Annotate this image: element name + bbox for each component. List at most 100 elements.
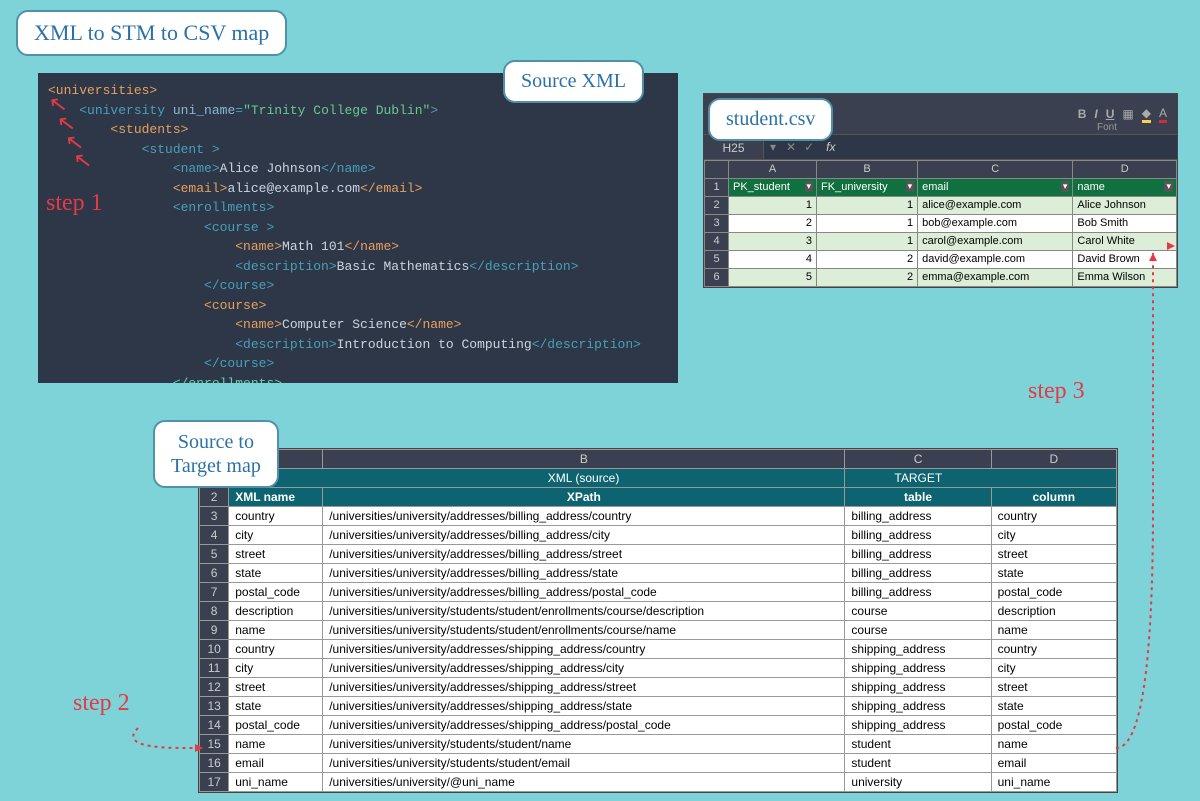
stm-cell[interactable]: /universities/university/@uni_name	[323, 773, 845, 792]
csv-cell[interactable]: David Brown	[1073, 251, 1177, 269]
stm-cell[interactable]: student	[845, 735, 991, 754]
csv-cell[interactable]: 2	[817, 269, 918, 287]
csv-header[interactable]: name	[1073, 179, 1177, 197]
col-head-C[interactable]: C	[918, 161, 1073, 179]
stm-cell[interactable]: street	[991, 545, 1116, 564]
stm-colhead-D[interactable]: D	[991, 450, 1116, 469]
stm-cell[interactable]: state	[229, 564, 323, 583]
stm-cell[interactable]: description	[991, 602, 1116, 621]
stm-rowhead[interactable]: 12	[200, 678, 229, 697]
stm-rowhead[interactable]: 6	[200, 564, 229, 583]
stm-cell[interactable]: billing_address	[845, 545, 991, 564]
stm-rowhead[interactable]: 2	[200, 488, 229, 507]
stm-cell[interactable]: billing_address	[845, 564, 991, 583]
csv-header[interactable]: PK_student	[729, 179, 817, 197]
select-all-corner[interactable]	[705, 161, 729, 179]
stm-cell[interactable]: /universities/university/addresses/billi…	[323, 507, 845, 526]
stm-cell[interactable]: city	[229, 526, 323, 545]
csv-cell[interactable]: 1	[817, 197, 918, 215]
stm-cell[interactable]: /universities/university/addresses/billi…	[323, 564, 845, 583]
stm-cell[interactable]: street	[229, 545, 323, 564]
stm-cell[interactable]: country	[991, 640, 1116, 659]
row-head[interactable]: 6	[705, 269, 729, 287]
formula-cancel-icon[interactable]: ✕	[782, 140, 800, 154]
stm-cell[interactable]: course	[845, 602, 991, 621]
csv-cell[interactable]: 2	[729, 215, 817, 233]
stm-cell[interactable]: /universities/university/addresses/shipp…	[323, 716, 845, 735]
stm-cell[interactable]: name	[991, 735, 1116, 754]
stm-cell[interactable]: /universities/university/addresses/billi…	[323, 583, 845, 602]
stm-cell[interactable]: shipping_address	[845, 716, 991, 735]
csv-cell[interactable]: Alice Johnson	[1073, 197, 1177, 215]
stm-cell[interactable]: email	[229, 754, 323, 773]
stm-rowhead[interactable]: 3	[200, 507, 229, 526]
csv-header[interactable]: FK_university	[817, 179, 918, 197]
stm-rowhead[interactable]: 15	[200, 735, 229, 754]
csv-cell[interactable]: alice@example.com	[918, 197, 1073, 215]
csv-cell[interactable]: 2	[817, 251, 918, 269]
stm-cell[interactable]: student	[845, 754, 991, 773]
stm-rowhead[interactable]: 10	[200, 640, 229, 659]
stm-cell[interactable]: /universities/university/students/studen…	[323, 754, 845, 773]
fx-label[interactable]: fx	[818, 140, 843, 154]
stm-cell[interactable]: postal_code	[229, 716, 323, 735]
stm-rowhead[interactable]: 11	[200, 659, 229, 678]
stm-cell[interactable]: shipping_address	[845, 640, 991, 659]
row-head[interactable]: 2	[705, 197, 729, 215]
csv-cell[interactable]: david@example.com	[918, 251, 1073, 269]
stm-cell[interactable]: /universities/university/students/studen…	[323, 621, 845, 640]
stm-cell[interactable]: country	[229, 507, 323, 526]
csv-grid[interactable]: ABCD1PK_studentFK_universityemailname211…	[704, 160, 1177, 287]
csv-cell[interactable]: carol@example.com	[918, 233, 1073, 251]
stm-colhead-B[interactable]: B	[323, 450, 845, 469]
stm-cell[interactable]: /universities/university/addresses/shipp…	[323, 659, 845, 678]
fill-color-icon[interactable]: ◆	[1142, 106, 1151, 123]
row-head[interactable]: 3	[705, 215, 729, 233]
csv-cell[interactable]: bob@example.com	[918, 215, 1073, 233]
stm-rowhead[interactable]: 9	[200, 621, 229, 640]
stm-cell[interactable]: postal_code	[991, 583, 1116, 602]
row-head[interactable]: 5	[705, 251, 729, 269]
stm-rowhead[interactable]: 14	[200, 716, 229, 735]
stm-cell[interactable]: email	[991, 754, 1116, 773]
stm-rowhead[interactable]: 13	[200, 697, 229, 716]
stm-cell[interactable]: state	[229, 697, 323, 716]
bold-icon[interactable]: B	[1078, 107, 1087, 121]
stm-cell[interactable]: postal_code	[991, 716, 1116, 735]
stm-cell[interactable]: city	[991, 526, 1116, 545]
stm-cell[interactable]: city	[229, 659, 323, 678]
stm-rowhead[interactable]: 16	[200, 754, 229, 773]
underline-icon[interactable]: U	[1106, 107, 1115, 121]
stm-cell[interactable]: /universities/university/students/studen…	[323, 735, 845, 754]
col-head-D[interactable]: D	[1073, 161, 1177, 179]
stm-cell[interactable]: /universities/university/addresses/billi…	[323, 526, 845, 545]
stm-rowhead[interactable]: 17	[200, 773, 229, 792]
csv-header[interactable]: email	[918, 179, 1073, 197]
stm-cell[interactable]: street	[229, 678, 323, 697]
italic-icon[interactable]: I	[1094, 107, 1097, 121]
stm-rowhead[interactable]: 8	[200, 602, 229, 621]
stm-cell[interactable]: city	[991, 659, 1116, 678]
stm-cell[interactable]: name	[229, 735, 323, 754]
csv-cell[interactable]: Bob Smith	[1073, 215, 1177, 233]
cell-ref-dropdown-icon[interactable]: ▾	[764, 140, 782, 154]
stm-cell[interactable]: name	[229, 621, 323, 640]
col-head-A[interactable]: A	[729, 161, 817, 179]
stm-cell[interactable]: country	[991, 507, 1116, 526]
col-head-B[interactable]: B	[817, 161, 918, 179]
stm-cell[interactable]: uni_name	[991, 773, 1116, 792]
row-head[interactable]: 4	[705, 233, 729, 251]
stm-cell[interactable]: billing_address	[845, 583, 991, 602]
stm-cell[interactable]: shipping_address	[845, 678, 991, 697]
stm-cell[interactable]: billing_address	[845, 507, 991, 526]
csv-cell[interactable]: Emma Wilson	[1073, 269, 1177, 287]
stm-cell[interactable]: description	[229, 602, 323, 621]
stm-cell[interactable]: state	[991, 564, 1116, 583]
csv-cell[interactable]: 1	[817, 215, 918, 233]
stm-cell[interactable]: postal_code	[229, 583, 323, 602]
stm-cell[interactable]: /universities/university/addresses/shipp…	[323, 697, 845, 716]
row-head-1[interactable]: 1	[705, 179, 729, 197]
stm-cell[interactable]: state	[991, 697, 1116, 716]
stm-cell[interactable]: billing_address	[845, 526, 991, 545]
stm-cell[interactable]: course	[845, 621, 991, 640]
